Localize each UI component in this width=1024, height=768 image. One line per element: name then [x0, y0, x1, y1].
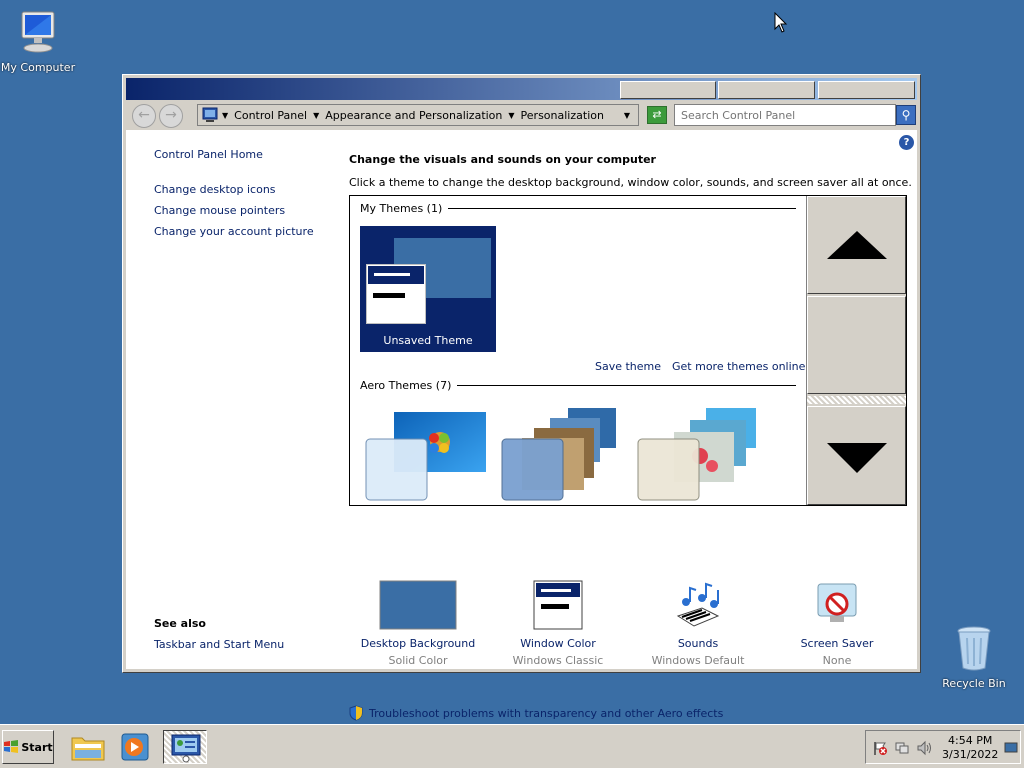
- aero-theme-nature-tile[interactable]: [634, 408, 764, 506]
- clock-time: 4:54 PM: [948, 734, 993, 747]
- desktop-background-value: Solid Color: [388, 654, 448, 667]
- aero-theme-architecture-tile[interactable]: [498, 408, 628, 506]
- breadcrumb-arrow-icon[interactable]: ▼: [508, 111, 514, 120]
- screen-saver-icon: [817, 583, 857, 622]
- close-button[interactable]: [818, 81, 915, 99]
- my-themes-header-label: My Themes (1): [360, 202, 443, 215]
- breadcrumb-arrow-icon[interactable]: ▼: [313, 111, 319, 120]
- media-player-taskbar-button[interactable]: [114, 730, 158, 764]
- scroll-down-button[interactable]: [807, 406, 906, 505]
- search-input[interactable]: [674, 104, 896, 126]
- sounds-icon: [676, 582, 720, 627]
- breadcrumb-appearance[interactable]: Appearance and Personalization: [325, 109, 502, 122]
- aero-themes-header-label: Aero Themes (7): [360, 379, 452, 392]
- computer-icon: [21, 11, 55, 53]
- action-center-flag-icon[interactable]: [872, 740, 888, 756]
- scroll-up-button[interactable]: [807, 196, 906, 294]
- control-panel-icon: [171, 734, 201, 763]
- page-subtitle: Click a theme to change the desktop back…: [349, 176, 912, 189]
- change-account-picture-link[interactable]: Change your account picture: [154, 225, 314, 238]
- address-bar[interactable]: ▼ Control Panel ▼ Appearance and Persona…: [197, 104, 639, 126]
- network-icon[interactable]: [894, 740, 910, 756]
- theme-list-scrollbar[interactable]: [806, 196, 906, 505]
- taskbar: Start 4:54 PM 3/31/2022: [0, 724, 1024, 768]
- shield-icon: [349, 705, 363, 721]
- desktop-background-label[interactable]: Desktop Background: [348, 637, 488, 650]
- address-dropdown-icon[interactable]: ▼: [624, 111, 630, 120]
- aero-themes-header: Aero Themes (7): [360, 379, 796, 392]
- refresh-button[interactable]: ⇄: [647, 106, 667, 124]
- forward-arrow-icon: →: [165, 107, 177, 123]
- window-color-setting[interactable]: Window Color Windows Classic: [488, 580, 628, 667]
- window-color-label[interactable]: Window Color: [488, 637, 628, 650]
- navigation-toolbar: ← → ▼ Control Panel ▼ Appearance and Per…: [126, 100, 917, 130]
- personalization-window: ← → ▼ Control Panel ▼ Appearance and Per…: [122, 74, 921, 721]
- windows-logo-icon: [4, 740, 19, 753]
- screen-saver-label[interactable]: Screen Saver: [767, 637, 907, 650]
- content-area: ? Control Panel Home Change desktop icon…: [126, 130, 917, 721]
- search-button[interactable]: ⚲: [896, 105, 916, 125]
- clock[interactable]: 4:54 PM 3/31/2022: [942, 734, 998, 762]
- screen-saver-setting[interactable]: Screen Saver None: [767, 580, 907, 667]
- search-icon: ⚲: [901, 108, 911, 122]
- desktop-background-setting[interactable]: Desktop Background Solid Color: [348, 580, 488, 667]
- media-player-icon: [121, 733, 149, 761]
- forward-button[interactable]: →: [159, 104, 183, 128]
- triangle-up-icon: [827, 231, 887, 259]
- maximize-button[interactable]: [718, 81, 815, 99]
- window-color-icon: [533, 580, 583, 630]
- recycle-bin-desktop-icon[interactable]: Recycle Bin: [934, 624, 1014, 690]
- change-desktop-icons-link[interactable]: Change desktop icons: [154, 183, 276, 196]
- desktop-background-icon: [379, 580, 457, 630]
- triangle-down-icon: [827, 443, 887, 473]
- back-button[interactable]: ←: [132, 104, 156, 128]
- recycle-bin-icon: [957, 626, 991, 671]
- scroll-track[interactable]: [807, 396, 906, 404]
- start-label: Start: [21, 740, 53, 754]
- my-computer-label: My Computer: [0, 61, 76, 74]
- aero-theme-windows7-tile[interactable]: [362, 408, 492, 506]
- volume-icon[interactable]: [916, 740, 932, 756]
- sounds-setting[interactable]: Sounds Windows Default: [628, 580, 768, 667]
- breadcrumb-arrow-icon: ▼: [222, 110, 229, 120]
- control-panel-home-link[interactable]: Control Panel Home: [154, 148, 263, 161]
- sounds-label[interactable]: Sounds: [628, 637, 768, 650]
- recycle-bin-label: Recycle Bin: [942, 677, 1006, 690]
- screen-saver-value: None: [822, 654, 852, 667]
- window-color-value: Windows Classic: [512, 654, 604, 667]
- my-themes-header: My Themes (1): [360, 202, 796, 215]
- see-also-heading: See also: [154, 617, 206, 630]
- change-mouse-pointers-link[interactable]: Change mouse pointers: [154, 204, 285, 217]
- unsaved-theme-label: Unsaved Theme: [383, 334, 473, 347]
- folder-icon: [71, 737, 105, 761]
- page-title: Change the visuals and sounds on your co…: [349, 153, 656, 166]
- help-icon[interactable]: ?: [899, 135, 914, 150]
- save-theme-link[interactable]: Save theme: [595, 360, 661, 373]
- unsaved-theme-tile[interactable]: Unsaved Theme: [360, 226, 496, 352]
- troubleshoot-link[interactable]: Troubleshoot problems with transparency …: [369, 707, 723, 720]
- sounds-value: Windows Default: [651, 654, 745, 667]
- system-tray: 4:54 PM 3/31/2022: [865, 730, 1021, 764]
- explorer-taskbar-button[interactable]: [66, 730, 110, 764]
- clock-date: 3/31/2022: [942, 748, 999, 761]
- scroll-thumb[interactable]: [807, 296, 906, 394]
- theme-list: My Themes (1) Unsaved Theme Save theme G…: [349, 195, 907, 506]
- show-desktop-icon[interactable]: [1004, 742, 1018, 754]
- control-panel-icon: [202, 107, 218, 122]
- taskbar-start-menu-link[interactable]: Taskbar and Start Menu: [154, 638, 284, 651]
- troubleshoot-row: Troubleshoot problems with transparency …: [349, 705, 723, 721]
- breadcrumb-personalization[interactable]: Personalization: [521, 109, 604, 122]
- back-arrow-icon: ←: [138, 107, 150, 123]
- control-panel-taskbar-button[interactable]: [163, 730, 207, 764]
- start-button[interactable]: Start: [2, 730, 54, 764]
- mouse-cursor-icon: [774, 12, 788, 33]
- title-bar[interactable]: [126, 78, 917, 100]
- get-more-themes-link[interactable]: Get more themes online: [672, 360, 805, 373]
- minimize-button[interactable]: [620, 81, 716, 99]
- breadcrumb-control-panel[interactable]: Control Panel: [234, 109, 307, 122]
- my-computer-desktop-icon[interactable]: My Computer: [0, 10, 78, 74]
- refresh-icon: ⇄: [652, 108, 662, 121]
